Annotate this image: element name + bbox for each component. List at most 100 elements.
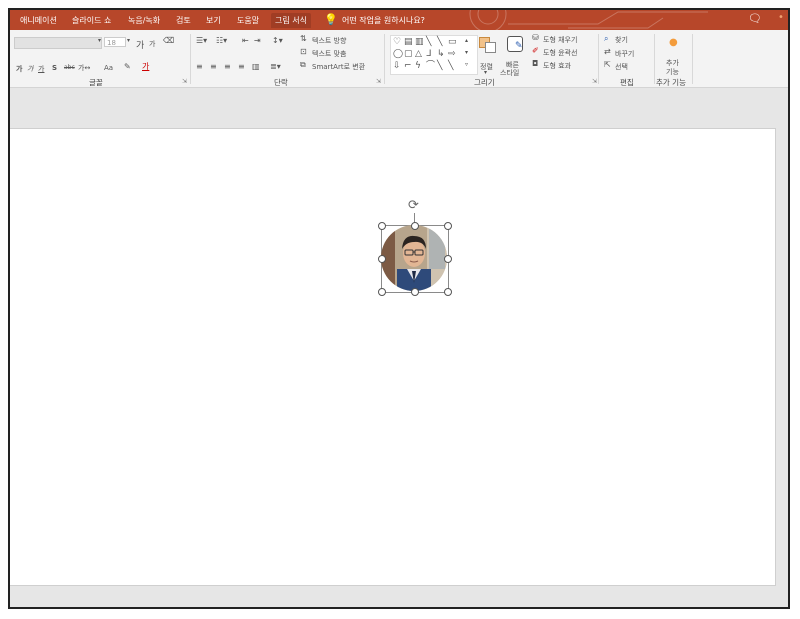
gallery-more-icon[interactable]: ▿	[465, 62, 468, 68]
elbow-arrow-shape-icon[interactable]: ↳	[437, 50, 445, 59]
strikethrough-button[interactable]: abc	[64, 64, 75, 71]
tab-recording[interactable]: 녹음/녹화	[128, 15, 160, 26]
tab-picture-format[interactable]: 그림 서식	[271, 13, 311, 28]
replace-button[interactable]: 바꾸기	[615, 49, 634, 59]
comment-icon[interactable]: 🗨	[748, 12, 762, 25]
quick-styles-label-2: 스타일	[500, 69, 520, 77]
gallery-up-icon[interactable]: ▴	[465, 38, 468, 44]
resize-handle-bottom[interactable]	[411, 288, 419, 296]
align-left-icon[interactable]: ≡	[196, 63, 203, 71]
columns-icon[interactable]: ▥	[252, 63, 260, 71]
font-size-box[interactable]: 18	[104, 37, 126, 47]
font-dropdown-icon[interactable]: ▾	[98, 38, 101, 44]
oval-shape-icon[interactable]: ◯	[393, 50, 403, 59]
tell-me-search[interactable]: 어떤 작업을 원하시나요?	[342, 15, 425, 26]
textbox-shape-icon[interactable]: ▤	[404, 38, 413, 47]
tab-slideshow[interactable]: 슬라이드 쇼	[72, 15, 111, 26]
tab-help[interactable]: 도움말	[237, 15, 259, 26]
font-group-label: 글꼴	[89, 78, 103, 87]
shadow-button[interactable]: S	[52, 64, 57, 72]
arrow-line-shape-icon[interactable]: ╲	[437, 38, 442, 47]
cursor-icon: ⇱	[604, 60, 611, 69]
shrink-font-button[interactable]: 가	[149, 39, 155, 49]
heart-shape-icon[interactable]: ♡	[393, 38, 401, 47]
size-dropdown-icon[interactable]: ▾	[127, 38, 130, 44]
resize-handle-right[interactable]	[444, 255, 452, 263]
circular-portrait-picture[interactable]	[381, 225, 447, 291]
arrange-dropdown-icon[interactable]: ▾	[484, 70, 487, 76]
arc-shape-icon[interactable]: ⌒	[426, 62, 435, 71]
align-text-icon: ⊡	[300, 47, 307, 56]
arrange-icon	[479, 37, 496, 53]
change-case-button[interactable]: Aa	[104, 64, 113, 72]
distribute-icon[interactable]: ≣▾	[270, 63, 281, 71]
char-spacing-button[interactable]: 가↔	[78, 63, 90, 73]
effects-icon: ◘	[532, 59, 539, 68]
align-text-button[interactable]: 텍스트 맞춤	[312, 49, 346, 59]
increase-indent-icon[interactable]: ⇥	[254, 37, 261, 45]
resize-handle-bottom-right[interactable]	[444, 288, 452, 296]
ribbon-tab-bar: 애니메이션 슬라이드 쇼 녹음/녹화 검토 보기 도움말 그림 서식 💡 어떤 …	[10, 10, 788, 30]
text-direction-button[interactable]: 텍스트 방향	[312, 36, 346, 46]
callout-shape-icon[interactable]: ⌐	[404, 62, 412, 71]
curve-shape-icon[interactable]: ╲	[437, 62, 442, 71]
align-center-icon[interactable]: ≡	[210, 63, 217, 71]
drawing-group-label: 그리기	[474, 78, 495, 87]
bullets-icon[interactable]: ☰▾	[196, 37, 207, 45]
magnifier-icon: ⌕	[604, 34, 609, 43]
resize-handle-top[interactable]	[411, 222, 419, 230]
font-color-icon[interactable]: 가	[142, 63, 149, 71]
down-arrow-shape-icon[interactable]: ⇩	[393, 62, 401, 71]
drawing-dialog-launcher-icon[interactable]: ⇲	[592, 78, 597, 85]
justify-icon[interactable]: ≡	[238, 63, 245, 71]
smartart-button[interactable]: SmartArt로 변환	[312, 62, 365, 72]
numbering-icon[interactable]: ☷▾	[216, 37, 227, 45]
shapes-gallery[interactable]: ♡ ▤ ▥ ╲ ╲ ▭ ◯ ▢ △ ᒧ ↳ ⇨ ⇩ ⌐ ϟ ⌒ ╲ ╲ ▴ ▾ …	[390, 35, 478, 75]
arrow-shape-icon[interactable]: ⇨	[448, 50, 456, 59]
text-direction-icon: ⇅	[300, 34, 307, 43]
lightbulb-icon: 💡	[324, 13, 338, 26]
paragraph-dialog-launcher-icon[interactable]: ⇲	[376, 78, 381, 85]
shape-outline-button[interactable]: 도형 윤곽선	[543, 48, 577, 58]
paint-brush-icon: ✎	[515, 41, 523, 51]
underline-button[interactable]: 가	[38, 64, 44, 74]
orange-dot-icon: •	[778, 12, 784, 23]
resize-handle-bottom-left[interactable]	[378, 288, 386, 296]
shape-effects-button[interactable]: 도형 효과	[543, 61, 571, 71]
lightning-shape-icon[interactable]: ϟ	[415, 62, 421, 71]
paragraph-group-label: 단락	[274, 78, 288, 87]
clear-format-icon[interactable]: ⌫	[163, 37, 174, 45]
grow-font-button[interactable]: 가	[136, 38, 144, 51]
replace-icon: ⇄	[604, 47, 611, 56]
circuit-decoration	[469, 10, 708, 30]
ribbon: ▾ 18 ▾ 가 가 ⌫ 가 가 가 S abc 가↔ Aa ✎ 가 글꼴 ⇲ …	[10, 30, 788, 88]
highlight-icon[interactable]: ✎	[124, 63, 131, 71]
align-right-icon[interactable]: ≡	[224, 63, 231, 71]
vertical-textbox-shape-icon[interactable]: ▥	[415, 38, 424, 47]
resize-handle-left[interactable]	[378, 255, 386, 263]
find-button[interactable]: 찾기	[615, 35, 628, 45]
square-shape-icon[interactable]: ▢	[404, 50, 413, 59]
resize-handle-top-right[interactable]	[444, 222, 452, 230]
tab-animations[interactable]: 애니메이션	[20, 15, 57, 26]
resize-handle-top-left[interactable]	[378, 222, 386, 230]
separator	[692, 34, 693, 84]
tab-review[interactable]: 검토	[176, 15, 191, 26]
shape-fill-button[interactable]: 도형 채우기	[543, 35, 577, 45]
bold-button[interactable]: 가	[16, 64, 22, 74]
line-shape-icon[interactable]: ╲	[426, 38, 431, 47]
decrease-indent-icon[interactable]: ⇤	[242, 37, 249, 45]
line-spacing-icon[interactable]: ↕▾	[272, 37, 283, 45]
font-name-box[interactable]	[14, 37, 102, 49]
italic-button[interactable]: 가	[27, 64, 33, 74]
elbow-connector-shape-icon[interactable]: ᒧ	[426, 50, 432, 59]
gallery-down-icon[interactable]: ▾	[465, 50, 468, 56]
rotate-handle-icon[interactable]: ⟳	[408, 199, 419, 212]
triangle-shape-icon[interactable]: △	[415, 50, 422, 59]
rectangle-shape-icon[interactable]: ▭	[448, 38, 457, 47]
freeform-shape-icon[interactable]: ╲	[448, 62, 453, 71]
select-button[interactable]: 선택	[615, 62, 628, 72]
slide-canvas[interactable]: ⟳	[10, 128, 776, 586]
tab-view[interactable]: 보기	[206, 15, 221, 26]
font-dialog-launcher-icon[interactable]: ⇲	[182, 78, 187, 85]
